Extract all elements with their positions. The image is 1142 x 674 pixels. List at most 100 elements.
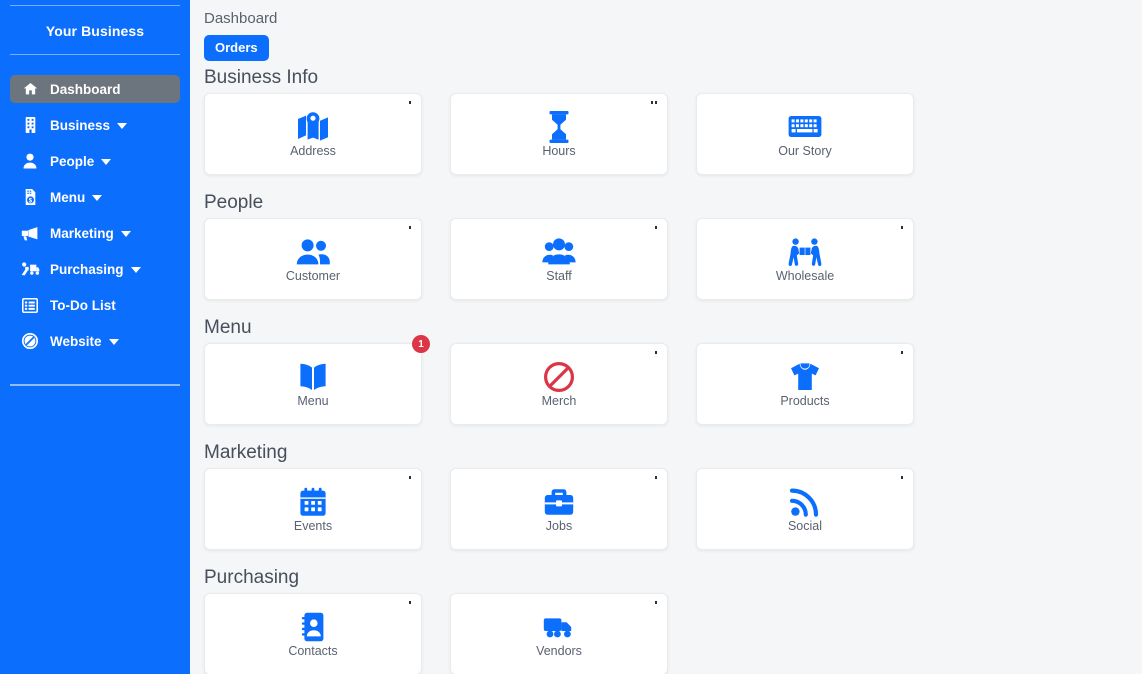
map-pin-icon: [296, 110, 330, 144]
card-social[interactable]: Social: [696, 468, 914, 550]
sidebar-item-label: Marketing: [50, 225, 114, 241]
card-label: Social: [787, 518, 823, 533]
sidebar-brand-divider: [10, 54, 180, 55]
card-label: Products: [780, 393, 830, 408]
sidebar-item-menu[interactable]: $ Menu: [10, 183, 180, 211]
card-hours[interactable]: Hours: [450, 93, 668, 175]
chevron-down-icon[interactable]: [130, 267, 141, 273]
card-menu-dots-icon[interactable]: [409, 226, 411, 229]
invoice-icon: $: [20, 188, 40, 206]
tshirt-icon: [789, 360, 821, 394]
orders-button[interactable]: Orders: [204, 35, 269, 61]
briefcase-icon: [544, 485, 574, 519]
card-menu-dots-icon[interactable]: [409, 601, 411, 604]
sidebar-item-label: Dashboard: [50, 81, 121, 97]
person-icon: [20, 152, 40, 170]
card-row: Menu 1 Merch Products: [204, 335, 1142, 439]
people-carry-icon: [788, 235, 822, 269]
card-menu-dots-icon[interactable]: [651, 101, 657, 104]
sidebar-nav-list: Dashboard Business People $ Menu Marketing Pur…: [10, 75, 180, 355]
open-book-icon: [299, 360, 327, 394]
hourglass-icon: [548, 110, 570, 144]
card-vendors[interactable]: Vendors: [450, 593, 668, 674]
card-label: Wholesale: [775, 268, 835, 283]
sidebar-bottom-divider: [10, 384, 180, 386]
sidebar-item-purchasing[interactable]: Purchasing: [10, 255, 180, 283]
card-customer[interactable]: Customer: [204, 218, 422, 300]
app-root: Your Business Dashboard Business People $ Me…: [0, 0, 1142, 674]
card-wholesale[interactable]: Wholesale: [696, 218, 914, 300]
card-row: Events Jobs Social: [204, 468, 1142, 564]
card-menu-dots-icon[interactable]: [655, 476, 657, 479]
truck-load-icon: [20, 260, 40, 278]
card-label: Events: [293, 518, 333, 533]
sidebar-item-to-do-list[interactable]: To-Do List: [10, 291, 180, 319]
main-content: Dashboard Orders Business Info Address Hou…: [190, 0, 1142, 674]
card-menu[interactable]: Menu 1: [204, 335, 430, 425]
building-icon: [20, 116, 40, 134]
address-book-icon: [301, 610, 325, 644]
card-menu-dots-icon[interactable]: [901, 226, 903, 229]
card-label: Hours: [542, 143, 576, 158]
card-row: Contacts Vendors: [204, 593, 1142, 674]
brand-title: Your Business: [45, 23, 145, 39]
status-badge: 1: [412, 335, 430, 353]
card-label: Staff: [546, 268, 572, 283]
card-label: Address: [290, 143, 336, 158]
card-menu-dots-icon[interactable]: [655, 226, 657, 229]
circle-slash-icon: [20, 332, 40, 350]
prohibited-icon: [543, 360, 575, 394]
card-menu-dots-icon[interactable]: [409, 476, 411, 479]
card-products[interactable]: Products: [696, 343, 914, 425]
section-title-menu: Menu: [204, 317, 252, 338]
sidebar-item-website[interactable]: Website: [10, 327, 180, 355]
list-table-icon: [20, 296, 40, 314]
sidebar-item-label: Business: [50, 117, 111, 133]
card-menu-dots-icon[interactable]: [901, 351, 903, 354]
sidebar-item-marketing[interactable]: Marketing: [10, 219, 180, 247]
bullhorn-icon: [20, 224, 40, 242]
card-contacts[interactable]: Contacts: [204, 593, 422, 674]
card-staff[interactable]: Staff: [450, 218, 668, 300]
card-address[interactable]: Address: [204, 93, 422, 175]
card-label: Vendors: [536, 643, 582, 658]
card-label: Customer: [285, 268, 341, 283]
card-menu-dots-icon[interactable]: [901, 476, 903, 479]
card-label: Jobs: [545, 518, 573, 533]
card-label: Merch: [541, 393, 577, 408]
section-title-purchasing: Purchasing: [204, 567, 300, 588]
card-jobs[interactable]: Jobs: [450, 468, 668, 550]
card-label: Menu: [297, 393, 329, 408]
section-title-business-info: Business Info: [204, 67, 319, 88]
calendar-icon: [299, 485, 327, 519]
page-title: Dashboard: [204, 10, 278, 27]
chevron-down-icon[interactable]: [108, 339, 119, 345]
two-people-icon: [296, 235, 330, 269]
section-title-people: People: [204, 192, 264, 213]
sidebar-item-label: Website: [50, 333, 102, 349]
card-label: Our Story: [778, 143, 832, 158]
card-menu-dots-icon[interactable]: [655, 351, 657, 354]
sidebar-item-label: People: [50, 153, 95, 169]
chevron-down-icon[interactable]: [92, 195, 103, 201]
sidebar-item-dashboard[interactable]: Dashboard: [10, 75, 180, 103]
sidebar-item-label: To-Do List: [50, 297, 116, 313]
card-events[interactable]: Events: [204, 468, 422, 550]
card-row: Address Hours Our Story: [204, 93, 1142, 189]
sidebar-item-people[interactable]: People: [10, 147, 180, 175]
card-menu-dots-icon[interactable]: [409, 101, 411, 104]
home-icon: [20, 80, 40, 98]
card-row: Customer Staff Wholesale: [204, 218, 1142, 314]
card-menu-dots-icon[interactable]: [655, 601, 657, 604]
chevron-down-icon[interactable]: [101, 159, 112, 165]
chevron-down-icon[interactable]: [117, 123, 128, 129]
sidebar: Your Business Dashboard Business People $ Me…: [0, 0, 190, 674]
chevron-down-icon[interactable]: [120, 231, 131, 237]
card-our-story[interactable]: Our Story: [696, 93, 914, 175]
card-merch[interactable]: Merch: [450, 343, 668, 425]
truck-icon: [543, 610, 575, 644]
sidebar-item-business[interactable]: Business: [10, 111, 180, 139]
keyboard-icon: [788, 110, 822, 144]
dashboard-sections: Business Info Address Hours Our Story People…: [204, 67, 1142, 674]
section-title-marketing: Marketing: [204, 442, 288, 463]
